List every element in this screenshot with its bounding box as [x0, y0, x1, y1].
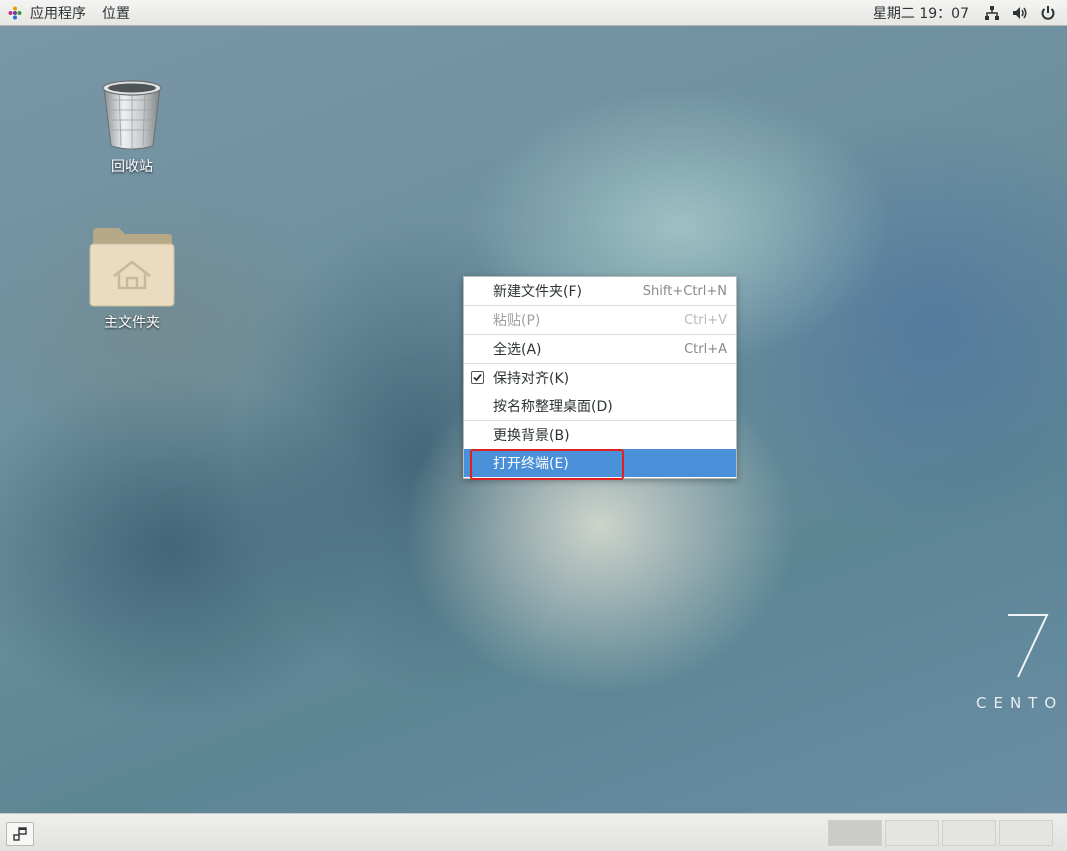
power-icon[interactable] — [1039, 4, 1057, 22]
menu-item-select-all[interactable]: 全选(A) Ctrl+A — [464, 335, 736, 363]
network-icon[interactable] — [983, 4, 1001, 22]
checkbox-checked-icon[interactable] — [471, 371, 484, 384]
desktop-icon-label: 回收站 — [111, 159, 153, 175]
clock[interactable]: 星期二 19：07 — [873, 3, 983, 23]
trash-icon — [102, 80, 162, 150]
applications-menu[interactable]: 应用程序 — [0, 0, 94, 26]
menu-item-label: 按名称整理桌面(D) — [493, 399, 613, 415]
top-bar: 应用程序 位置 星期二 19：07 — [0, 0, 1067, 26]
menu-item-open-terminal[interactable]: 打开终端(E) — [464, 449, 736, 477]
places-menu[interactable]: 位置 — [94, 0, 138, 26]
workspace-3[interactable] — [942, 820, 996, 846]
places-label: 位置 — [102, 5, 130, 22]
show-desktop-button[interactable] — [6, 822, 34, 846]
home-folder-icon — [89, 228, 175, 307]
applications-icon — [8, 6, 22, 19]
menu-item-label: 粘贴(P) — [493, 313, 541, 329]
workspace-2[interactable] — [885, 820, 939, 846]
menu-item-organize-by-name[interactable]: 按名称整理桌面(D) — [464, 392, 736, 420]
menu-item-new-folder[interactable]: 新建文件夹(F) Shift+Ctrl+N — [464, 277, 736, 305]
menu-item-label: 新建文件夹(F) — [493, 284, 582, 300]
workspace-4[interactable] — [999, 820, 1053, 846]
desktop-icon-home[interactable]: 主文件夹 — [77, 224, 187, 332]
menu-item-change-background[interactable]: 更换背景(B) — [464, 421, 736, 449]
desktop-icon-label: 主文件夹 — [104, 315, 160, 331]
menu-item-keep-aligned[interactable]: 保持对齐(K) — [464, 364, 736, 392]
desktop-context-menu: 新建文件夹(F) Shift+Ctrl+N 粘贴(P) Ctrl+V 全选(A)… — [463, 276, 737, 479]
workspace-1[interactable] — [828, 820, 882, 846]
menu-item-label: 全选(A) — [493, 342, 542, 358]
desktop-icon-trash[interactable]: 回收站 — [77, 78, 187, 176]
window-list-icon — [13, 827, 27, 841]
menu-item-shortcut: Shift+Ctrl+N — [642, 283, 727, 299]
menu-item-paste: 粘贴(P) Ctrl+V — [464, 306, 736, 334]
menu-item-label: 更换背景(B) — [493, 428, 570, 444]
menu-item-shortcut: Ctrl+V — [684, 312, 727, 328]
centos-logo-seven — [1008, 614, 1049, 678]
menu-item-label: 保持对齐(K) — [493, 371, 570, 387]
applications-label: 应用程序 — [30, 5, 86, 22]
menu-item-shortcut: Ctrl+A — [684, 341, 727, 357]
menu-item-label: 打开终端(E) — [493, 456, 569, 472]
volume-icon[interactable] — [1011, 4, 1029, 22]
centos-watermark: CENTO — [976, 694, 1064, 712]
bottom-panel — [0, 813, 1067, 851]
